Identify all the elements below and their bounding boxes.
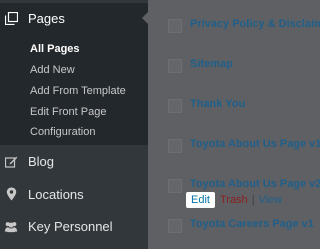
page-title-link[interactable]: Toyota About Us Page v2: [190, 178, 320, 190]
trash-link[interactable]: Trash: [220, 194, 248, 206]
location-pin-icon: [4, 187, 18, 201]
submenu-edit-front-page[interactable]: Edit Front Page: [30, 106, 106, 118]
table-row: Privacy Policy & Disclaimer: [148, 16, 320, 36]
admin-sidebar: Pages All Pages Add New Add From Templat…: [0, 0, 148, 249]
people-icon: [4, 219, 18, 233]
table-row: Sitemap: [148, 56, 319, 76]
edit-link[interactable]: Edit: [186, 192, 215, 208]
page-title-link[interactable]: Toyota Careers Page v1: [190, 218, 314, 230]
row-checkbox[interactable]: [168, 59, 182, 73]
row-checkbox[interactable]: [168, 179, 182, 193]
pages-submenu: All Pages Add New Add From Template Edit…: [0, 33, 148, 145]
row-checkbox[interactable]: [168, 139, 182, 153]
action-separator: |: [251, 194, 255, 206]
menu-item-key-personnel[interactable]: Key Personnel: [0, 210, 148, 242]
submenu-configuration[interactable]: Configuration: [30, 126, 95, 138]
submenu-all-pages[interactable]: All Pages: [30, 43, 80, 55]
page-title-link[interactable]: Toyota About Us Page v1: [190, 138, 320, 150]
page-title-link[interactable]: Thank You: [190, 98, 245, 110]
menu-item-label: Key Personnel: [28, 218, 113, 234]
menu-item-locations[interactable]: Locations: [0, 178, 148, 210]
menu-item-pages[interactable]: Pages: [0, 3, 148, 33]
page-title-link[interactable]: Privacy Policy & Disclaimer: [190, 18, 320, 30]
row-checkbox[interactable]: [168, 19, 182, 33]
blog-icon: [4, 154, 18, 168]
row-checkbox[interactable]: [168, 99, 182, 113]
page-title-link[interactable]: Sitemap: [190, 58, 233, 70]
menu-item-label: Blog: [28, 153, 55, 169]
row-checkbox[interactable]: [168, 219, 182, 233]
submenu-add-from-template[interactable]: Add From Template: [30, 85, 126, 97]
view-link[interactable]: View: [259, 194, 283, 206]
menu-item-blog[interactable]: Blog: [0, 145, 148, 177]
menu-item-label: Locations: [28, 186, 84, 202]
menu-item-label: Pages: [28, 10, 65, 26]
submenu-add-new[interactable]: Add New: [30, 64, 75, 76]
table-row: Toyota About Us Page v1: [148, 136, 320, 156]
pages-list: Privacy Policy & Disclaimer Sitemap Than…: [148, 0, 320, 249]
table-row: Toyota Careers Page v1: [148, 216, 319, 236]
pages-icon: [4, 11, 18, 25]
row-actions: Edit Trash | View: [186, 191, 282, 209]
table-row: Thank You: [148, 96, 319, 116]
